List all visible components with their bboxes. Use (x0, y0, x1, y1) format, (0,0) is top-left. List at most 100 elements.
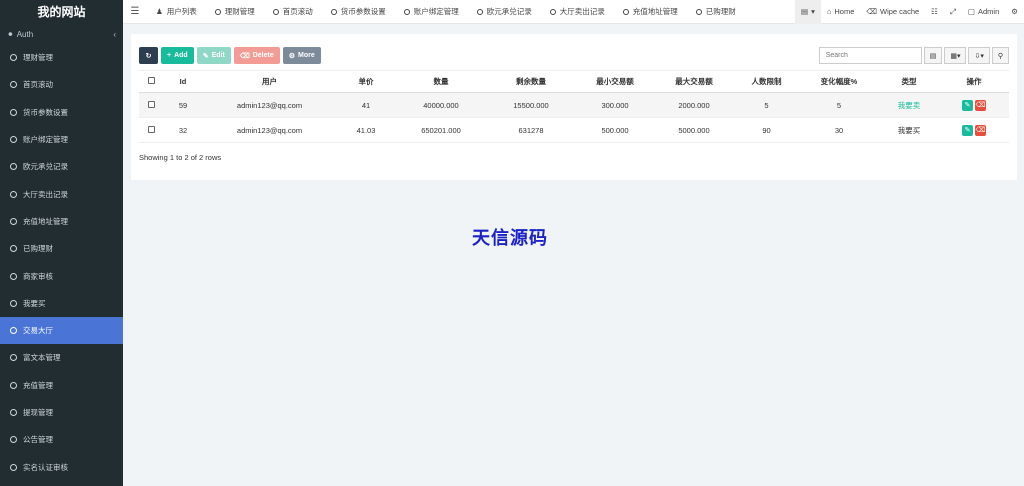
circle-icon (272, 8, 279, 15)
sidebar-item[interactable]: 理财管理 (0, 44, 123, 71)
cell-ops: ✎ ⌫ (939, 92, 1009, 118)
tab[interactable]: 货币参数设置 (322, 0, 395, 24)
user-menu[interactable]: ▢ Admin (962, 0, 1005, 24)
more-button[interactable]: ⚙ More (282, 47, 321, 64)
circle-icon (476, 8, 483, 15)
add-button[interactable]: + Add (161, 47, 194, 64)
column-header[interactable]: 用户 (203, 70, 336, 93)
columns-button[interactable]: ▦ ▾ (944, 47, 967, 64)
circle-icon (403, 8, 410, 15)
sidebar-item[interactable]: 提现管理 (0, 399, 123, 426)
tab[interactable]: 账户绑定管理 (395, 0, 468, 24)
sidebar-item[interactable]: 已购理财 (0, 235, 123, 262)
table-row[interactable]: 32 admin123@qq.com 41.03 650201.000 6312… (139, 117, 1009, 143)
row-checkbox[interactable] (147, 125, 155, 133)
fullscreen-icon[interactable]: ⤢ (944, 0, 962, 24)
tab[interactable]: 已购理财 (687, 0, 745, 24)
home-link[interactable]: ⌂ Home (821, 0, 861, 24)
row-select-cell[interactable] (139, 92, 163, 118)
advanced-search-button[interactable]: ⚲ (991, 47, 1009, 64)
column-header[interactable]: 变化幅度% (799, 70, 879, 93)
cell-type: 我要卖 (879, 92, 939, 118)
table-toolbar: ↻ + Add ✎ Edit ⌫ Delete ⚙ More (139, 47, 321, 64)
sidebar-item-label: 货币参数设置 (23, 107, 68, 117)
circle-icon (10, 190, 17, 198)
edit-row-button[interactable]: ✎ (962, 124, 973, 136)
sidebar-auth-header[interactable]: ⚫ Auth ‹ (0, 24, 123, 44)
sidebar-item-label: 实名认证审核 (23, 462, 68, 472)
language-icon[interactable]: ☷ (925, 0, 944, 24)
wipe-cache-button[interactable]: ⌫ Wipe cache (860, 0, 925, 24)
circle-icon (10, 381, 17, 389)
edit-row-button[interactable]: ✎ (962, 99, 973, 111)
column-header[interactable]: 剩余数量 (486, 70, 576, 93)
brand-title[interactable]: 我的网站 (0, 0, 123, 24)
export-button[interactable]: ⇩ ▾ (968, 47, 990, 64)
column-header[interactable]: 数量 (396, 70, 486, 93)
caret-down-icon: ▾ (956, 52, 961, 60)
edit-button[interactable]: ✎ Edit (196, 47, 231, 64)
delete-row-button[interactable]: ⌫ (975, 99, 986, 111)
sidebar-item[interactable]: 充值管理 (0, 372, 123, 399)
sidebar-item[interactable]: 我要买 (0, 290, 123, 317)
tab[interactable]: 充值地址管理 (614, 0, 687, 24)
home-icon: ⌂ (826, 7, 832, 16)
sidebar-item[interactable]: 富文本管理 (0, 344, 123, 371)
sidebar-item[interactable]: 大厅卖出记录 (0, 180, 123, 207)
tab[interactable]: 理财管理 (206, 0, 264, 24)
sidebar-item[interactable]: 商家审核 (0, 262, 123, 289)
select-all-checkbox[interactable] (147, 77, 155, 84)
circle-icon (622, 8, 629, 15)
circle-icon (10, 217, 17, 225)
column-header[interactable]: 单价 (336, 70, 396, 93)
cell-ops: ✎ ⌫ (939, 117, 1009, 143)
sidebar-item[interactable]: 公告管理 (0, 426, 123, 453)
user-icon: ♟ (156, 7, 163, 16)
sidebar-item-label: 提现管理 (23, 408, 53, 417)
refresh-button[interactable]: ↻ (139, 47, 158, 64)
sidebar-item[interactable]: 首页滚动 (0, 71, 123, 98)
column-header[interactable]: 人数限制 (734, 70, 799, 93)
row-checkbox[interactable] (147, 100, 155, 108)
column-header[interactable]: 类型 (879, 70, 939, 93)
tab[interactable]: 首页滚动 (264, 0, 322, 24)
sidebar-item[interactable]: 充值地址管理 (0, 208, 123, 235)
select-all-cell[interactable] (139, 70, 163, 93)
delete-button[interactable]: ⌫ Delete (233, 47, 280, 64)
navbar-right-tools: ▤ ▾ ⌂ Home ⌫ Wipe cache ☷ ⤢ ▢ Admin ⚙ (794, 0, 1024, 24)
collapse-icon[interactable]: ‹ (113, 30, 116, 39)
plus-icon: + (167, 52, 172, 59)
tab[interactable]: 大厅卖出记录 (541, 0, 614, 24)
home-label: Home (834, 7, 855, 16)
sidebar-item[interactable]: 账户绑定管理 (0, 126, 123, 153)
tab[interactable]: 欧元承兑记录 (468, 0, 541, 24)
caret-down-icon: ▾ (811, 7, 815, 16)
sidebar-item[interactable]: 欧元承兑记录 (0, 153, 123, 180)
column-header[interactable]: Id (163, 70, 203, 93)
toggle-view-button[interactable]: ▤ (923, 47, 943, 64)
tab-user-list[interactable]: ♟ 用户列表 (147, 0, 206, 24)
sidebar-item[interactable]: 实名认证审核 (0, 453, 123, 480)
table-row[interactable]: 59 admin123@qq.com 41 40000.000 15500.00… (139, 92, 1009, 118)
row-select-cell[interactable] (139, 117, 163, 143)
circle-icon (214, 8, 221, 15)
search-input[interactable] (818, 47, 922, 64)
column-header[interactable]: 最大交易额 (654, 70, 734, 93)
sidebar-item-active[interactable]: 交易大厅 (0, 316, 123, 345)
tabs-menu-button[interactable]: ▤ ▾ (794, 0, 821, 24)
cell-user: admin123@qq.com (203, 92, 336, 118)
sidebar-item-label: 商家审核 (23, 271, 53, 281)
sidebar-item[interactable]: 货币参数设置 (0, 99, 123, 126)
tab-label: 首页滚动 (282, 7, 313, 16)
sidebar-item-label: 公告管理 (23, 435, 53, 445)
cell-remain: 631278 (486, 117, 576, 143)
table-tools: ▤ ▦▾ ⇩▾ ⚲ (818, 47, 1009, 64)
wipe-label: Wipe cache (879, 7, 920, 16)
delete-row-button[interactable]: ⌫ (975, 124, 986, 136)
tab-label: 已购理财 (705, 7, 736, 16)
hamburger-icon[interactable]: ☰ (123, 6, 147, 17)
settings-icon[interactable]: ⚙ (1005, 0, 1024, 24)
circle-icon (10, 163, 17, 171)
sidebar-item-label: 首页滚动 (23, 80, 53, 90)
column-header[interactable]: 最小交易额 (576, 70, 654, 93)
